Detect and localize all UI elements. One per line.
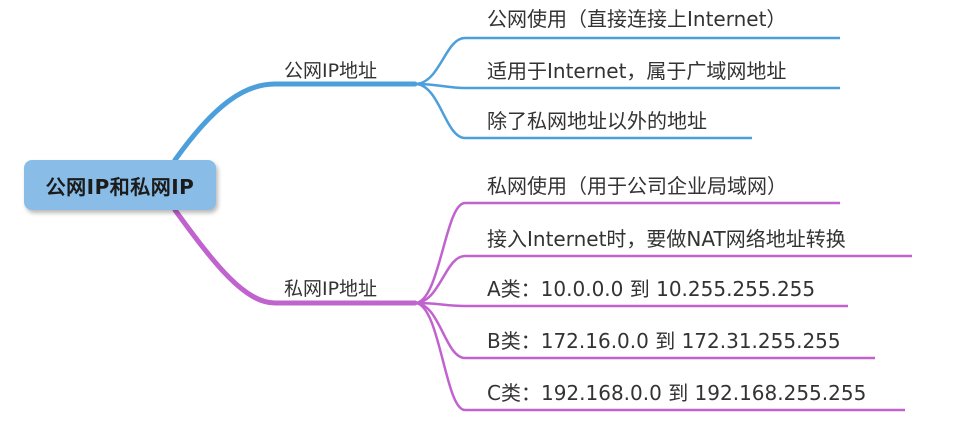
private-leaf-2[interactable]: 接入Internet时，要做NAT网络地址转换 bbox=[487, 229, 846, 249]
branch-private-label[interactable]: 私网IP地址 bbox=[284, 280, 377, 299]
private-leaf-3[interactable]: A类：10.0.0.0 到 10.255.255.255 bbox=[487, 279, 815, 299]
public-leaf-3[interactable]: 除了私网地址以外的地址 bbox=[487, 111, 707, 131]
connector-lines bbox=[172, 36, 912, 412]
connector-private-leaf-3 bbox=[414, 301, 848, 308]
private-leaf-5[interactable]: C类：192.168.0.0 到 192.168.255.255 bbox=[487, 383, 866, 403]
private-leaf-1[interactable]: 私网使用（用于公司企业局域网） bbox=[487, 176, 787, 196]
private-leaf-4[interactable]: B类：172.16.0.0 到 172.31.255.255 bbox=[487, 331, 841, 351]
public-leaf-1[interactable]: 公网使用（直接连接上Internet） bbox=[487, 9, 786, 29]
root-node-label: 公网IP和私网IP bbox=[45, 174, 195, 199]
connector-public-leaf-2 bbox=[414, 82, 840, 90]
branch-public-label[interactable]: 公网IP地址 bbox=[284, 62, 377, 81]
public-leaf-2[interactable]: 适用于Internet，属于广域网地址 bbox=[487, 61, 786, 81]
root-node[interactable]: 公网IP和私网IP bbox=[24, 160, 216, 210]
connector-root-public bbox=[172, 81, 418, 163]
